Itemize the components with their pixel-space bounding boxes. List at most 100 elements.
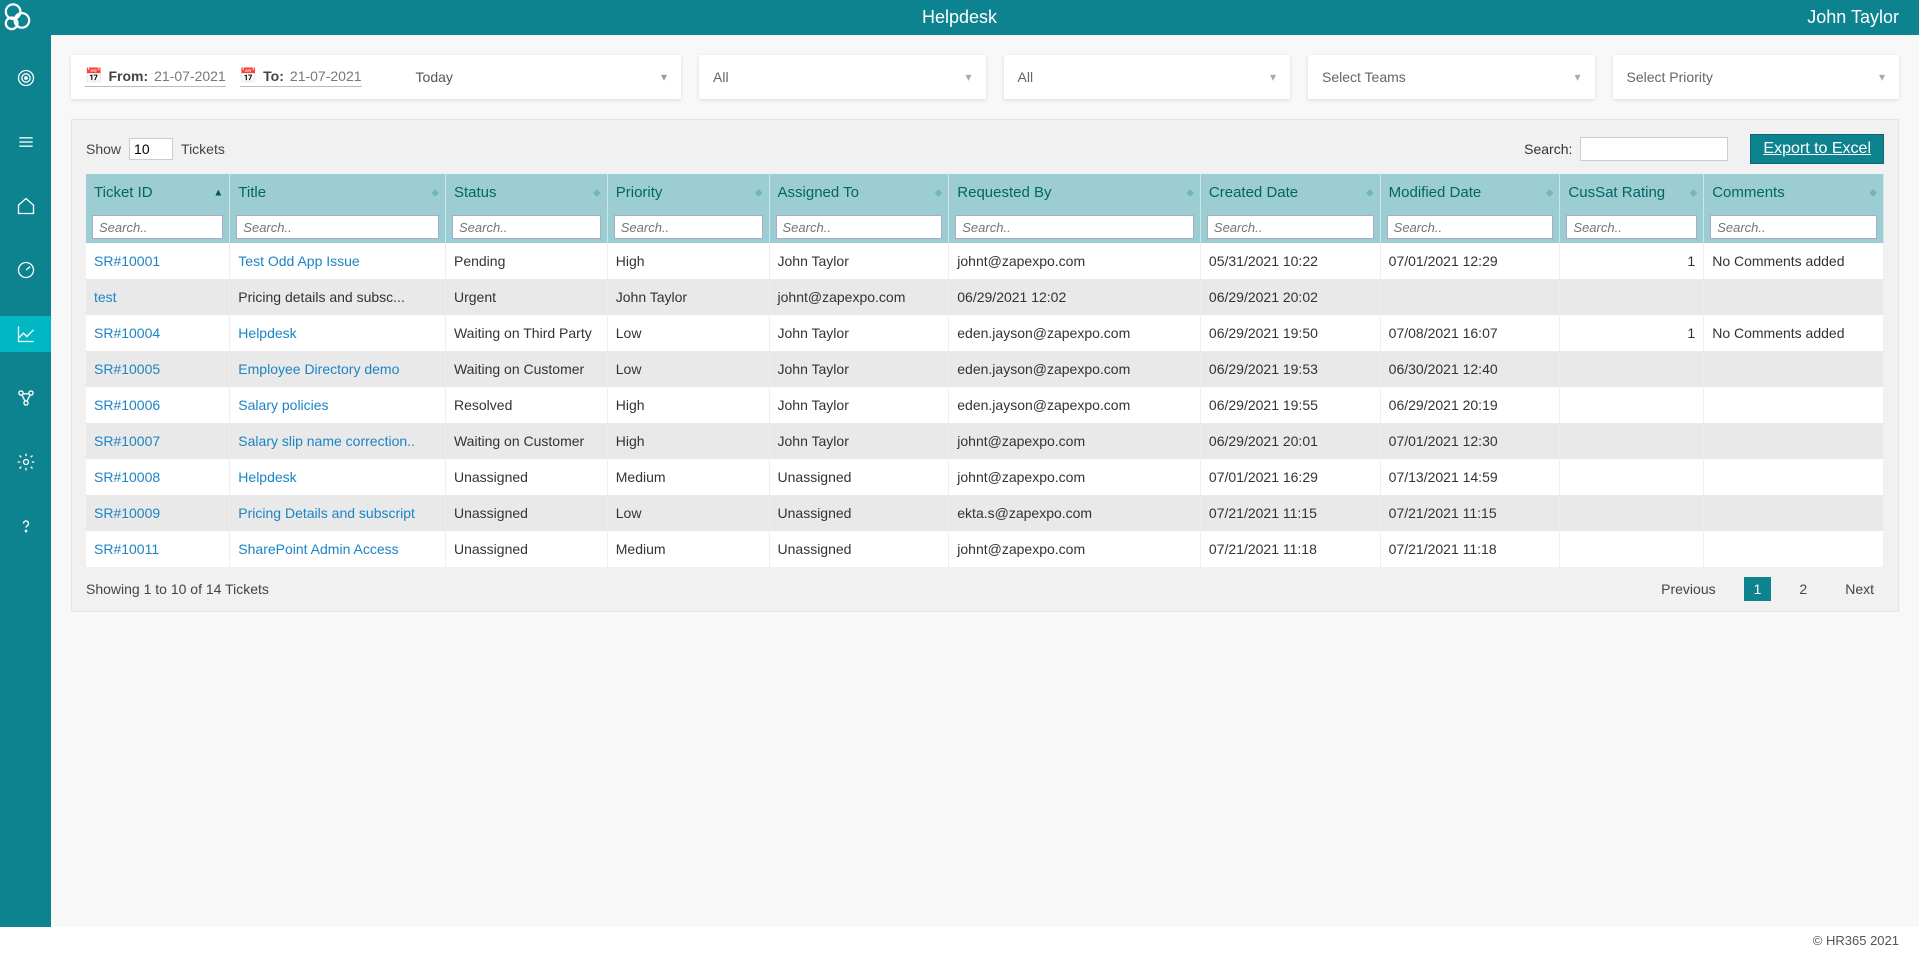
nav-item-network[interactable] <box>0 380 51 416</box>
table-cell: John Taylor <box>769 423 949 459</box>
top-bar: Helpdesk John Taylor <box>0 0 1919 35</box>
table-cell: eden.jayson@zapexpo.com <box>949 387 1201 423</box>
column-header[interactable]: Comments◆ <box>1704 174 1884 211</box>
column-filter-input[interactable] <box>614 215 763 239</box>
column-filter-input[interactable] <box>776 215 943 239</box>
ticket-id-link[interactable]: SR#10007 <box>94 433 160 449</box>
column-filter-input[interactable] <box>452 215 601 239</box>
ticket-id-link[interactable]: SR#10006 <box>94 397 160 413</box>
from-date-group[interactable]: 📅 From: 21-07-2021 <box>85 67 226 87</box>
ticket-id-link[interactable]: SR#10008 <box>94 469 160 485</box>
table-cell: 06/29/2021 12:02 <box>949 279 1201 315</box>
chevron-down-icon: ▾ <box>1270 70 1276 84</box>
tickets-table-card: Show Tickets Search: Export to Excel Tic… <box>71 119 1899 612</box>
column-header[interactable]: Assigned To◆ <box>769 174 949 211</box>
table-cell: Waiting on Third Party <box>445 315 607 351</box>
table-cell: 07/01/2021 12:29 <box>1380 243 1560 279</box>
table-row: SR#10009Pricing Details and subscriptUna… <box>86 495 1884 531</box>
pager-previous[interactable]: Previous <box>1651 577 1725 601</box>
ticket-id-link[interactable]: SR#10001 <box>94 253 160 269</box>
nav-item-gauge[interactable] <box>0 252 51 288</box>
table-row: SR#10001Test Odd App IssuePendingHighJoh… <box>86 243 1884 279</box>
date-preset-select[interactable]: Today ▾ <box>416 69 667 85</box>
ticket-title-link[interactable]: Helpdesk <box>238 325 296 341</box>
ticket-title-link[interactable]: Test Odd App Issue <box>238 253 359 269</box>
table-cell: Medium <box>607 531 769 567</box>
nav-item-menu[interactable] <box>0 124 51 160</box>
table-cell: No Comments added <box>1704 315 1884 351</box>
column-header[interactable]: Status◆ <box>445 174 607 211</box>
table-cell: johnt@zapexpo.com <box>949 423 1201 459</box>
pagination: Previous 12 Next <box>1651 577 1884 601</box>
filter-dropdown-2[interactable]: All▾ <box>1004 55 1291 99</box>
filter-dropdown-1[interactable]: All▾ <box>699 55 986 99</box>
table-cell: 06/30/2021 12:40 <box>1380 351 1560 387</box>
nav-item-settings[interactable] <box>0 444 51 480</box>
column-header[interactable]: Requested By◆ <box>949 174 1201 211</box>
tickets-table: Ticket ID▲Title◆Status◆Priority◆Assigned… <box>86 174 1884 567</box>
column-filter-input[interactable] <box>1710 215 1877 239</box>
pager-page[interactable]: 2 <box>1789 577 1817 601</box>
table-cell: High <box>607 423 769 459</box>
table-cell: 06/29/2021 19:53 <box>1200 351 1380 387</box>
table-cell <box>1560 279 1704 315</box>
column-filter-input[interactable] <box>1387 215 1554 239</box>
pager-next[interactable]: Next <box>1835 577 1884 601</box>
ticket-title-link[interactable]: Employee Directory demo <box>238 361 399 377</box>
column-header[interactable]: Title◆ <box>230 174 446 211</box>
show-entries-input[interactable] <box>129 138 173 160</box>
ticket-title-link[interactable]: SharePoint Admin Access <box>238 541 398 557</box>
sharepoint-icon[interactable] <box>0 0 35 35</box>
column-filter-input[interactable] <box>92 215 223 239</box>
table-footer: Showing 1 to 10 of 14 Tickets Previous12… <box>86 577 1884 601</box>
column-filter-input[interactable] <box>955 215 1194 239</box>
column-filter-input[interactable] <box>1207 215 1374 239</box>
table-row: SR#10008HelpdeskUnassignedMediumUnassign… <box>86 459 1884 495</box>
ticket-title-link[interactable]: Pricing Details and subscript <box>238 505 415 521</box>
filter-priority-dropdown[interactable]: Select Priority▾ <box>1613 55 1900 99</box>
to-label: To: <box>263 68 284 84</box>
table-cell: Resolved <box>445 387 607 423</box>
table-cell: johnt@zapexpo.com <box>949 459 1201 495</box>
table-cell: Unassigned <box>769 459 949 495</box>
table-search-input[interactable] <box>1580 137 1728 161</box>
nav-item-analytics[interactable] <box>0 316 51 352</box>
nav-item-target[interactable] <box>0 60 51 96</box>
ticket-title-link[interactable]: Helpdesk <box>238 469 296 485</box>
nav-item-help[interactable] <box>0 508 51 544</box>
table-cell: Unassigned <box>769 531 949 567</box>
column-header[interactable]: Ticket ID▲ <box>86 174 230 211</box>
column-header[interactable]: Priority◆ <box>607 174 769 211</box>
table-row: SR#10011 SharePoint Admin Access Unassigne… <box>86 531 1884 567</box>
ticket-id-link[interactable]: SR#10005 <box>94 361 160 377</box>
table-cell <box>1560 387 1704 423</box>
ticket-id-link[interactable]: SR#10009 <box>94 505 160 521</box>
column-filter-input[interactable] <box>236 215 439 239</box>
table-cell: 06/29/2021 20:19 <box>1380 387 1560 423</box>
column-header[interactable]: Created Date◆ <box>1200 174 1380 211</box>
column-header[interactable]: Modified Date◆ <box>1380 174 1560 211</box>
to-date-group[interactable]: 📅 To: 21-07-2021 <box>240 67 362 87</box>
pager-page[interactable]: 1 <box>1744 577 1772 601</box>
nav-item-home[interactable] <box>0 188 51 224</box>
ticket-title-link[interactable]: Salary policies <box>238 397 328 413</box>
column-header[interactable]: CusSat Rating◆ <box>1560 174 1704 211</box>
table-cell: 1 <box>1560 315 1704 351</box>
export-to-excel-button[interactable]: Export to Excel <box>1750 134 1884 164</box>
table-cell: SR#10011 <box>86 531 230 567</box>
ticket-id-link[interactable]: test <box>94 289 117 305</box>
ticket-id-link[interactable]: SR#10011 <box>94 541 159 557</box>
table-cell: Medium <box>607 459 769 495</box>
user-name[interactable]: John Taylor <box>1807 7 1899 28</box>
column-filter-input[interactable] <box>1566 215 1697 239</box>
sidebar <box>0 35 51 927</box>
table-cell: eden.jayson@zapexpo.com <box>949 351 1201 387</box>
table-row: SR#10007Salary slip name correction..Wai… <box>86 423 1884 459</box>
ticket-id-link[interactable]: SR#10004 <box>94 325 160 341</box>
ticket-title-link[interactable]: Salary slip name correction.. <box>238 433 415 449</box>
table-cell: Pending <box>445 243 607 279</box>
table-cell <box>1704 279 1884 315</box>
filter-teams-dropdown[interactable]: Select Teams▾ <box>1308 55 1595 99</box>
table-cell <box>1380 279 1560 315</box>
date-range-card: 📅 From: 21-07-2021 📅 To: 21-07-2021 Toda… <box>71 55 681 99</box>
